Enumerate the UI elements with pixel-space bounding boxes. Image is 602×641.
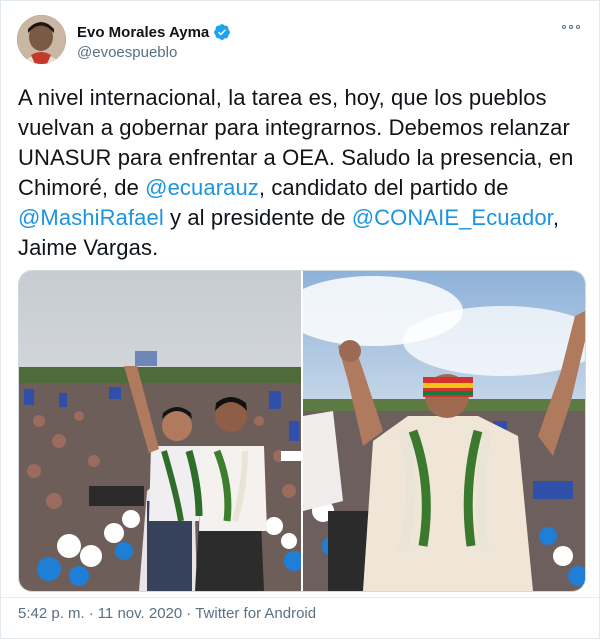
meta-separator: ·: [88, 605, 94, 622]
mention-link[interactable]: @CONAIE_Ecuador: [352, 205, 553, 230]
tweet-text-segment: y al presidente de: [163, 205, 352, 230]
more-options-icon[interactable]: [559, 21, 583, 33]
divider: [1, 597, 599, 598]
tweet-card: Evo Morales Ayma @evoespueblo A nivel in…: [0, 0, 600, 639]
tweet-date[interactable]: 11 nov. 2020: [98, 605, 183, 622]
tweet-media: [18, 270, 586, 592]
avatar[interactable]: [17, 15, 66, 64]
author-handle[interactable]: @evoespueblo: [77, 44, 231, 61]
mention-link[interactable]: @MashiRafael: [18, 205, 164, 230]
mention-link[interactable]: @ecuarauz: [145, 175, 259, 200]
photo-2[interactable]: [303, 271, 585, 591]
meta-separator: ·: [186, 605, 192, 622]
tweet-time[interactable]: 5:42 p. m.: [18, 605, 85, 622]
tweet-text: A nivel internacional, la tarea es, hoy,…: [18, 83, 590, 263]
tweet-header: Evo Morales Ayma @evoespueblo: [17, 15, 583, 67]
tweet-text-segment: , candidato del partido de: [258, 175, 509, 200]
tweet-source[interactable]: Twitter for Android: [195, 605, 316, 622]
author-display-name[interactable]: Evo Morales Ayma: [77, 24, 209, 41]
photo-1[interactable]: [19, 271, 301, 591]
verified-badge-icon: [213, 23, 231, 41]
author-names: Evo Morales Ayma @evoespueblo: [77, 23, 231, 61]
tweet-meta: 5:42 p. m. · 11 nov. 2020 · Twitter for …: [18, 605, 316, 622]
